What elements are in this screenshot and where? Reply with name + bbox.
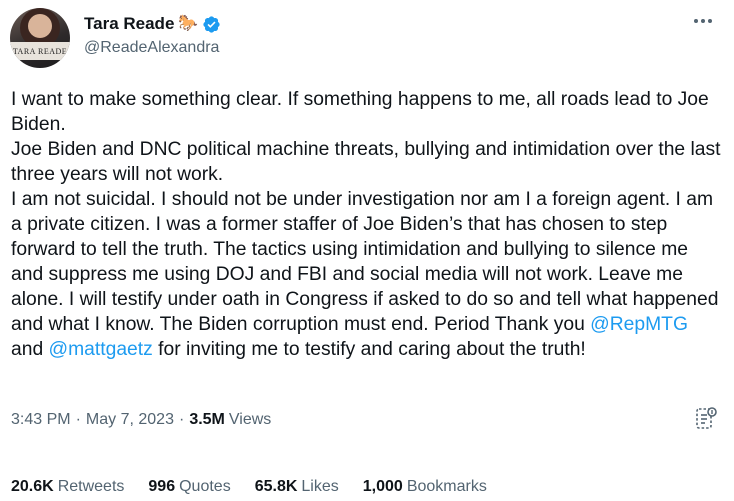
- meta-separator-2: ·: [178, 411, 185, 428]
- likes-label: Likes: [301, 478, 339, 495]
- horse-emoji-icon: 🐎: [178, 15, 199, 32]
- display-name[interactable]: Tara Reade: [84, 14, 174, 34]
- views-label: Views: [228, 411, 272, 428]
- views-count: 3.5M: [189, 411, 225, 428]
- tweet-header: TARA READE Tara Reade 🐎 @ReadeAlexandra: [10, 8, 726, 70]
- tweet-text: I want to make something clear. If somet…: [11, 87, 723, 362]
- retweets-count: 20.6K: [11, 478, 54, 495]
- likes-count: 65.8K: [254, 478, 298, 495]
- quotes-count: 996: [148, 478, 176, 495]
- author-names: Tara Reade 🐎 @ReadeAlexandra: [84, 13, 221, 57]
- mention-repmtg-link[interactable]: @RepMTG: [590, 314, 688, 335]
- mention-mattgaetz-link[interactable]: @mattgaetz: [49, 339, 153, 360]
- tweet-time[interactable]: 3:43 PM: [11, 411, 71, 429]
- meta-separator-1: ·: [75, 411, 81, 428]
- quotes-stat[interactable]: 996 Quotes: [148, 478, 230, 496]
- bookmarks-stat[interactable]: 1,000 Bookmarks: [363, 478, 487, 496]
- retweets-stat[interactable]: 20.6K Retweets: [11, 478, 124, 496]
- avatar-book-title: TARA READE: [10, 42, 70, 60]
- tweet-meta: 3:43 PM · May 7, 2023 · 3.5M Views: [11, 408, 271, 432]
- tweet-text-part-3: for inviting me to testify and caring ab…: [152, 339, 586, 360]
- tweet-text-part-1: I want to make something clear. If somet…: [11, 89, 721, 335]
- bookmarks-label: Bookmarks: [406, 478, 487, 495]
- avatar-face: [28, 14, 52, 38]
- analytics-icon[interactable]: [694, 406, 718, 432]
- tweet-stats: 20.6K Retweets 996 Quotes 65.8K Likes 1,000…: [11, 476, 511, 498]
- likes-stat[interactable]: 65.8K Likes: [255, 478, 339, 496]
- retweets-label: Retweets: [57, 478, 125, 495]
- verified-badge-icon[interactable]: [202, 15, 221, 34]
- more-options-icon[interactable]: [692, 10, 714, 32]
- quotes-label: Quotes: [179, 478, 231, 495]
- tweet-date[interactable]: May 7, 2023: [86, 411, 174, 429]
- avatar[interactable]: TARA READE: [10, 8, 70, 68]
- bookmarks-count: 1,000: [362, 478, 403, 495]
- display-name-row: Tara Reade 🐎: [84, 13, 221, 35]
- handle[interactable]: @ReadeAlexandra: [84, 39, 221, 57]
